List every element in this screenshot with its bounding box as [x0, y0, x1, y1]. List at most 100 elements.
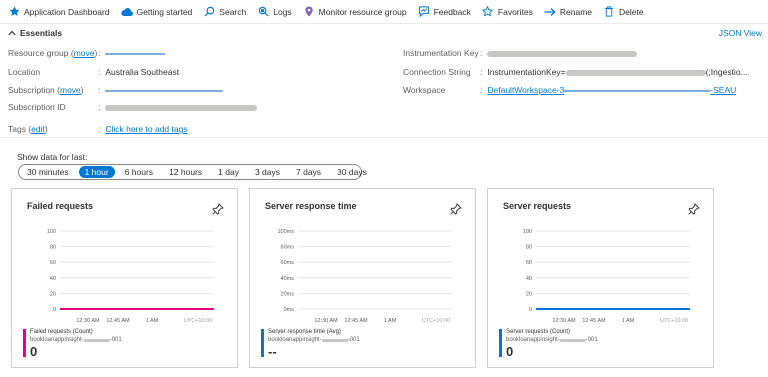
legend-resource: bookloanappinsight- -001 — [30, 337, 122, 343]
time-range-label: Show data for last: — [17, 152, 88, 162]
rename-label: Rename — [559, 6, 593, 17]
essentials-toggle[interactable]: Essentials — [8, 28, 62, 38]
failed-requests-chart: 100 80 60 40 20 0 12:30 AM 12:45 AM 1 AM UTC+10:0… — [47, 229, 214, 324]
legend-resource-prefix: bookloanappinsight- — [506, 337, 560, 343]
star-filled-icon — [8, 6, 20, 18]
pin-icon[interactable] — [212, 203, 224, 215]
x-tick-label: 12:45 AM — [106, 318, 130, 324]
x-tick-label: 12:45 AM — [344, 318, 368, 324]
cloud-icon — [120, 6, 133, 18]
add-tags-link[interactable]: Click here to add tags — [105, 124, 187, 134]
y-tick-label: 20 — [526, 291, 532, 297]
tags-row: Tags (edit) : Click here to add tags — [8, 124, 188, 134]
application-dashboard-button[interactable]: Application Dashboard — [8, 6, 110, 18]
subscription-move-link[interactable]: move — [60, 85, 81, 95]
server-requests-card[interactable]: Server requests 100 80 60 40 20 0 12:30 AM 12:4… — [487, 188, 714, 368]
legend-resource-suffix: -001 — [109, 337, 122, 343]
y-tick-label: 100ms — [277, 229, 294, 235]
legend-title: Server requests (Count) — [506, 329, 571, 335]
x-tick-label: 12:45 AM — [582, 318, 606, 324]
y-tick-label: 0 — [53, 307, 56, 313]
subscription-label: Subscription — [8, 85, 55, 95]
instrumentation-key-value — [487, 48, 638, 58]
legend-title: Server response time (Avg) — [268, 329, 341, 335]
logs-label: Logs — [273, 6, 292, 17]
subscription-id-row: Subscription ID : — [8, 102, 258, 112]
subscription-key: Subscription (move) — [8, 85, 84, 95]
legend-color-bar — [261, 329, 264, 357]
rename-button[interactable]: Rename — [544, 6, 592, 18]
time-option-1-hour[interactable]: 1 hour — [78, 166, 115, 178]
x-tick-label: UTC+10:00 — [660, 318, 688, 324]
delete-label: Delete — [619, 6, 644, 17]
tags-edit-link[interactable]: edit — [31, 124, 45, 134]
connection-string-value: InstrumentationKey= (;Ingestio... — [487, 67, 747, 77]
legend-color-bar — [499, 329, 502, 357]
failed-requests-card[interactable]: Failed requests 100 80 60 40 20 0 12:30 AM 12:4… — [11, 188, 238, 368]
favorites-button[interactable]: Favorites — [482, 6, 533, 18]
trash-icon — [603, 6, 615, 18]
time-option-12-hours[interactable]: 12 hours — [163, 166, 208, 178]
x-tick-label: 1 AM — [384, 318, 397, 324]
location-value: Australia Southeast — [105, 67, 180, 77]
workspace-prefix: DefaultWorkspace-3 — [487, 85, 565, 95]
server-response-time-card[interactable]: Server response time 100ms 80ms 60ms 40ms 20… — [249, 188, 476, 368]
workspace-suffix: -SEAU — [710, 85, 737, 95]
monitor-resource-group-button[interactable]: Monitor resource group — [303, 6, 407, 18]
tags-key: Tags (edit) — [8, 124, 48, 134]
time-option-6-hours[interactable]: 6 hours — [119, 166, 159, 178]
resource-group-move-link[interactable]: move — [74, 48, 95, 58]
location-label: Location — [8, 67, 41, 77]
subscription-value[interactable] — [105, 85, 224, 95]
pin-icon[interactable] — [450, 203, 462, 215]
y-tick-label: 40 — [526, 276, 532, 282]
time-option-3-days[interactable]: 3 days — [249, 166, 286, 178]
y-tick-label: 20 — [50, 291, 56, 297]
feedback-button[interactable]: Feedback — [418, 6, 471, 18]
x-tick-label: 12:30 AM — [76, 318, 100, 324]
resource-group-label: Resource group — [8, 48, 69, 58]
server-response-time-chart: 100ms 80ms 60ms 40ms 20ms 0ms 12:30 AM 12:45 AM… — [277, 229, 452, 324]
essentials-title: Essentials — [20, 28, 63, 38]
time-option-7-days[interactable]: 7 days — [290, 166, 327, 178]
x-tick-label: 12:30 AM — [314, 318, 338, 324]
workspace-link[interactable]: DefaultWorkspace-3 -SEAU — [487, 85, 736, 95]
y-tick-label: 40 — [50, 276, 56, 282]
essentials-divider — [0, 137, 768, 138]
connection-string-suffix: (;Ingestio... — [705, 67, 748, 77]
pin-icon[interactable] — [688, 203, 700, 215]
workspace-label: Workspace — [403, 85, 446, 95]
legend-value: 0 — [506, 344, 514, 359]
legend-resource-suffix: -001 — [585, 337, 598, 343]
location-row: Location : Australia Southeast — [8, 67, 180, 77]
json-view-link[interactable]: JSON View — [719, 28, 762, 38]
legend-resource-prefix: bookloanappinsight- — [268, 337, 322, 343]
y-tick-label: 80 — [50, 245, 56, 251]
legend-title: Failed requests (Count) — [30, 329, 93, 335]
search-button[interactable]: Search — [203, 6, 246, 18]
instrumentation-key-label: Instrumentation Key — [403, 48, 479, 58]
x-tick-label: UTC+10:00 — [422, 318, 450, 324]
logs-button[interactable]: Logs — [257, 6, 292, 18]
time-option-1-day[interactable]: 1 day — [212, 166, 245, 178]
legend-resource: bookloanappinsight- -001 — [268, 337, 360, 343]
resource-group-key: Resource group (move) — [8, 48, 98, 58]
getting-started-button[interactable]: Getting started — [120, 6, 192, 18]
delete-button[interactable]: Delete — [603, 6, 644, 18]
time-option-30-minutes[interactable]: 30 minutes — [21, 166, 75, 178]
location-pin-icon — [303, 6, 315, 18]
card-title: Server response time — [265, 201, 357, 211]
time-option-30-days[interactable]: 30 days — [331, 166, 373, 178]
x-tick-label: 12:30 AM — [552, 318, 576, 324]
resource-group-value[interactable] — [105, 48, 166, 58]
application-dashboard-label: Application Dashboard — [24, 6, 110, 17]
subscription-id-value — [105, 102, 258, 112]
star-outline-icon — [482, 6, 494, 18]
monitor-resource-group-label: Monitor resource group — [318, 6, 407, 17]
tags-label: Tags — [8, 124, 26, 134]
search-label: Search — [219, 6, 247, 17]
logs-icon — [257, 6, 269, 18]
arrow-right-icon — [544, 6, 556, 18]
resource-group-row: Resource group (move) : — [8, 48, 166, 58]
workspace-row: Workspace : DefaultWorkspace-3 -SEAU — [403, 85, 737, 95]
